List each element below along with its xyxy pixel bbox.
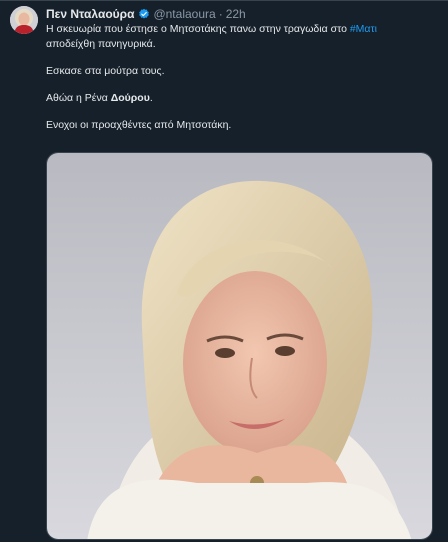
hashtag-link[interactable]: #Ματι (350, 23, 377, 35)
author-handle[interactable]: @ntalaoura (153, 7, 215, 21)
tweet-text-line1: Η σκευωρία που έστησε ο Μητσοτάκης πανω … (46, 23, 350, 35)
tweet[interactable]: Πεν Νταλαούρα @ntalaoura · 22h Η σκευωρί… (0, 0, 448, 542)
verified-badge-icon (138, 8, 150, 20)
tweet-paragraph-3-text: Αθώα η Ρένα (46, 92, 111, 104)
tweet-text-line1-cont: αποδείχθη πανηγυρικά. (46, 38, 156, 50)
tweet-header: Πεν Νταλαούρα @ntalaoura · 22h (46, 6, 246, 22)
avatar[interactable] (10, 6, 38, 34)
tweet-paragraph-3-bold: Δούρου (110, 92, 150, 104)
tweet-timestamp[interactable]: 22h (226, 7, 246, 21)
tweet-paragraph-3: Αθώα η Ρένα Δούρου. (46, 91, 436, 106)
author-name[interactable]: Πεν Νταλαούρα (46, 7, 134, 21)
tweet-text: Η σκευωρία που έστησε ο Μητσοτάκης πανω … (46, 22, 436, 145)
header-separator: · (218, 7, 223, 21)
tweet-paragraph-1: Η σκευωρία που έστησε ο Μητσοτάκης πανω … (46, 22, 436, 52)
tweet-paragraph-2: Εσκασε στα μούτρα τους. (46, 65, 165, 77)
tweet-paragraph-4: Ενοχοι οι προαχθέντες από Μητσοτάκη. (46, 119, 232, 131)
tweet-media-photo[interactable] (46, 152, 433, 540)
tweet-paragraph-3-end: . (149, 92, 153, 104)
